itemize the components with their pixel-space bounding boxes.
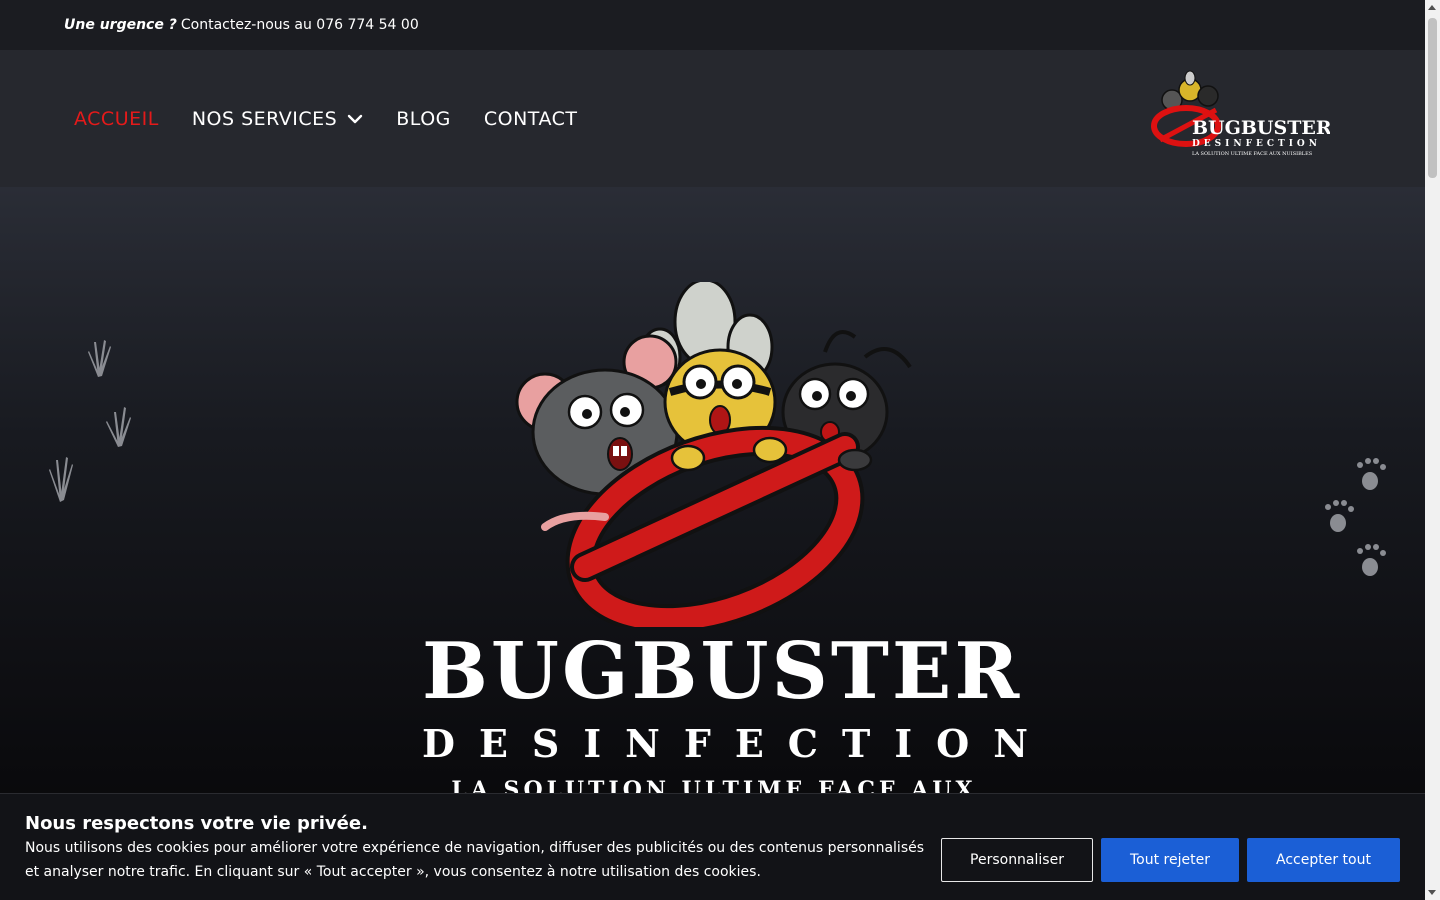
- hero-brand-subtitle: DESINFECTION: [422, 721, 1052, 766]
- cookie-banner-text: Nous utilisons des cookies pour améliore…: [25, 840, 925, 880]
- scroll-up-arrow-icon[interactable]: [1428, 5, 1436, 10]
- paw-print-left-lower: [49, 457, 73, 502]
- nav-item-nos-services[interactable]: NOS SERVICES: [192, 108, 363, 130]
- cookie-banner-title: Nous respectons votre vie privée.: [25, 813, 368, 834]
- page-scrollbar[interactable]: [1425, 0, 1440, 900]
- chevron-down-icon: [348, 114, 363, 123]
- logo-tagline: LA SOLUTION ULTIME FACE AUX NUISIBLES: [1192, 151, 1313, 157]
- mascot-illustration: [515, 282, 912, 627]
- logo-title: BUGBUSTER: [1192, 117, 1330, 139]
- nav-item-contact[interactable]: CONTACT: [484, 108, 578, 130]
- site-header: ACCUEIL NOS SERVICES BLOG CONTACT BUGBUS…: [0, 50, 1425, 187]
- cookie-banner: Nous respectons votre vie privée. Nous u…: [0, 793, 1425, 900]
- nav-item-accueil[interactable]: ACCUEIL: [74, 108, 159, 130]
- top-bar: Une urgence ? Contactez-nous au 076 774 …: [0, 0, 1425, 50]
- nav-item-label: NOS SERVICES: [191, 107, 338, 130]
- nav-item-label: BLOG: [396, 107, 451, 130]
- reject-all-button[interactable]: Tout rejeter: [1101, 838, 1239, 882]
- nav-item-label: ACCUEIL: [74, 107, 159, 130]
- nav-item-label: CONTACT: [483, 107, 578, 130]
- scroll-down-arrow-icon[interactable]: [1428, 890, 1436, 895]
- site-logo[interactable]: BUGBUSTER DESINFECTION LA SOLUTION ULTIM…: [1150, 70, 1330, 162]
- logo-subtitle: DESINFECTION: [1192, 139, 1321, 149]
- urgent-label: Une urgence ?: [64, 17, 177, 33]
- accept-all-button[interactable]: Accepter tout: [1247, 838, 1400, 882]
- nav-item-blog[interactable]: BLOG: [396, 108, 451, 130]
- paw-prints-left: [88, 340, 131, 447]
- customize-cookies-button[interactable]: Personnaliser: [941, 838, 1093, 882]
- paw-prints-right: [1325, 458, 1386, 576]
- contact-phone-text[interactable]: Contactez-nous au 076 774 54 00: [181, 17, 419, 33]
- main-nav: ACCUEIL NOS SERVICES BLOG CONTACT: [74, 108, 577, 130]
- hero-brand-title: BUGBUSTER: [422, 626, 1023, 717]
- scrollbar-thumb[interactable]: [1428, 18, 1437, 178]
